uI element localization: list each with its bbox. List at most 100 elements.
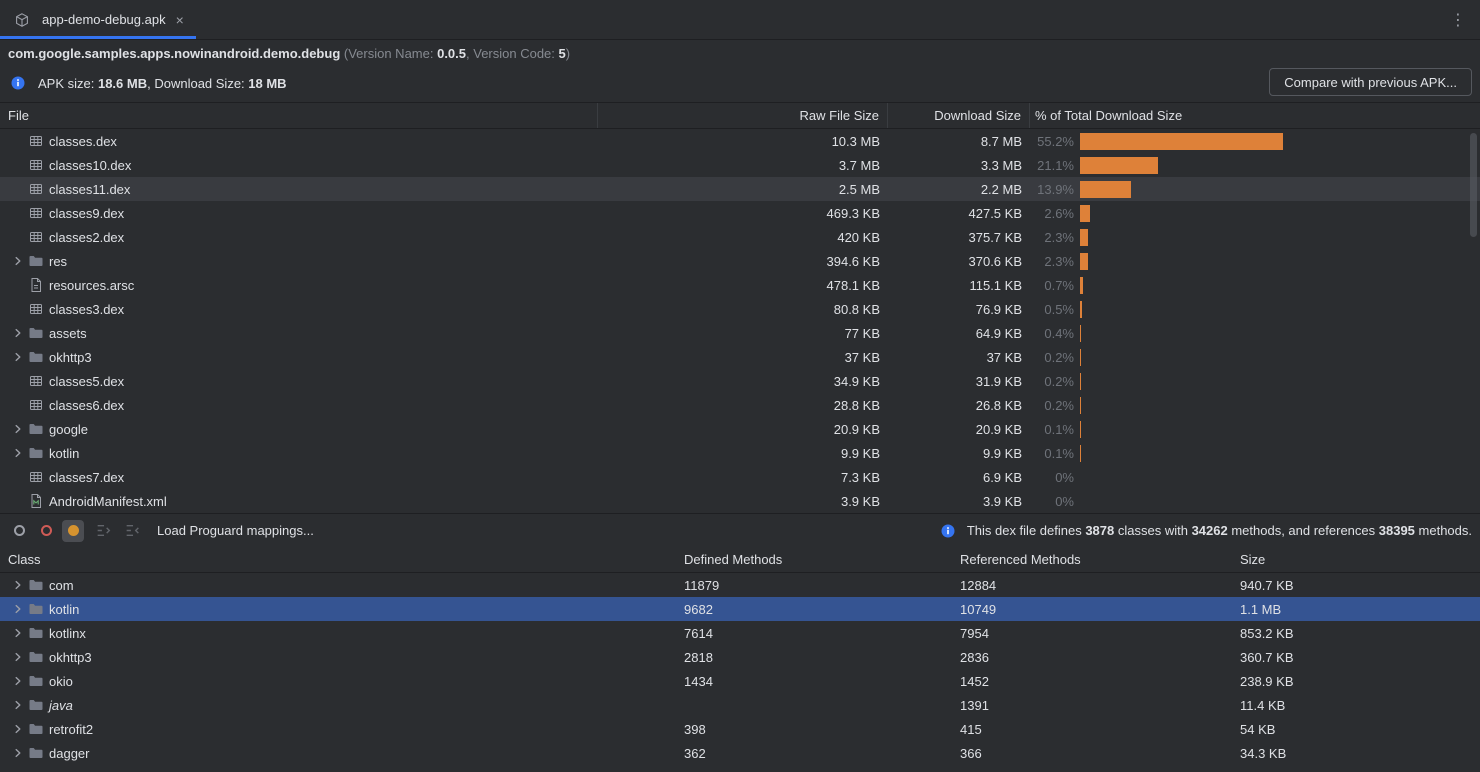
class-table-row[interactable]: kotlin 9682 10749 1.1 MB: [0, 597, 1480, 621]
file-table-row[interactable]: classes11.dex 2.5 MB 2.2 MB 13.9%: [0, 177, 1480, 201]
class-table-row[interactable]: retrofit2 398 415 54 KB: [0, 717, 1480, 741]
chevron-right-icon[interactable]: [10, 421, 26, 437]
defined-methods-value: 11879: [684, 578, 960, 593]
chevron-right-icon[interactable]: [10, 253, 26, 269]
column-header-raw-file-size[interactable]: Raw File Size: [598, 103, 888, 128]
referenced-methods-value: 1452: [960, 674, 1240, 689]
collapse-all-icon[interactable]: [122, 521, 142, 541]
defined-methods-value: 7614: [684, 626, 960, 641]
percent-bar-track: [1080, 157, 1448, 174]
column-header-class[interactable]: Class: [0, 552, 684, 567]
column-header-defined-methods[interactable]: Defined Methods: [684, 552, 960, 567]
dex-icon: [28, 181, 44, 197]
expand-all-icon[interactable]: [93, 521, 113, 541]
percent-bar-track: [1080, 277, 1448, 294]
download-size-value: 64.9 KB: [888, 326, 1030, 341]
class-table-row[interactable]: kotlinx 7614 7954 853.2 KB: [0, 621, 1480, 645]
class-table-row[interactable]: okhttp3 2818 2836 360.7 KB: [0, 645, 1480, 669]
methods-icon: [41, 525, 52, 536]
percent-bar-track: [1080, 181, 1448, 198]
class-table-row[interactable]: okio 1434 1452 238.9 KB: [0, 669, 1480, 693]
chevron-right-icon[interactable]: [10, 721, 26, 737]
apk-size-label: APK size:: [38, 76, 98, 91]
class-table-row[interactable]: com 11879 12884 940.7 KB: [0, 573, 1480, 597]
folder-icon: [28, 697, 44, 713]
defined-methods-value: 362: [684, 746, 960, 761]
show-fields-toggle[interactable]: [8, 520, 30, 542]
chevron-right-icon[interactable]: [10, 673, 26, 689]
chevron-right-icon[interactable]: [10, 625, 26, 641]
size-summary: APK size: 18.6 MB, Download Size: 18 MB …: [0, 64, 1480, 102]
manifest-icon: [28, 493, 44, 509]
dex-viewer-toolbar: Load Proguard mappings... This dex file …: [0, 513, 1480, 547]
class-table-row[interactable]: dagger 362 366 34.3 KB: [0, 741, 1480, 765]
size-value: 940.7 KB: [1240, 578, 1480, 593]
raw-file-size-value: 3.9 KB: [598, 494, 888, 509]
percent-bar-track: [1080, 397, 1448, 414]
class-name: okhttp3: [49, 650, 92, 665]
file-table-row[interactable]: resources.arsc 478.1 KB 115.1 KB 0.7%: [0, 273, 1480, 297]
compare-with-previous-apk-button[interactable]: Compare with previous APK...: [1269, 68, 1472, 96]
referenced-methods-value: 10749: [960, 602, 1240, 617]
file-name: classes9.dex: [49, 206, 124, 221]
file-table-row[interactable]: classes2.dex 420 KB 375.7 KB 2.3%: [0, 225, 1480, 249]
dex-info-part3: methods, and references: [1228, 523, 1379, 538]
chevron-right-icon[interactable]: [10, 445, 26, 461]
file-table-row[interactable]: classes6.dex 28.8 KB 26.8 KB 0.2%: [0, 393, 1480, 417]
chevron-right-icon[interactable]: [10, 649, 26, 665]
show-all-classes-toggle[interactable]: [62, 520, 84, 542]
chevron-right-icon[interactable]: [10, 697, 26, 713]
tab-apk[interactable]: app-demo-debug.apk ×: [0, 0, 196, 39]
dex-info-part2: classes with: [1114, 523, 1191, 538]
download-size-value: 3.3 MB: [888, 158, 1030, 173]
class-table-row[interactable]: java 1391 11.4 KB: [0, 693, 1480, 717]
percent-bar-track: [1080, 445, 1448, 462]
dex-icon: [28, 373, 44, 389]
load-proguard-mappings-link[interactable]: Load Proguard mappings...: [157, 523, 314, 538]
chevron-right-icon[interactable]: [10, 577, 26, 593]
column-header-referenced-methods[interactable]: Referenced Methods: [960, 552, 1240, 567]
close-icon[interactable]: ×: [176, 13, 184, 27]
file-table-row[interactable]: okhttp3 37 KB 37 KB 0.2%: [0, 345, 1480, 369]
download-percent-value: 0.2%: [1030, 350, 1074, 365]
file-table-row[interactable]: classes3.dex 80.8 KB 76.9 KB 0.5%: [0, 297, 1480, 321]
file-table-row[interactable]: assets 77 KB 64.9 KB 0.4%: [0, 321, 1480, 345]
chevron-right-icon[interactable]: [10, 745, 26, 761]
file-table-row[interactable]: classes.dex 10.3 MB 8.7 MB 55.2%: [0, 129, 1480, 153]
version-code-value: 5: [559, 46, 566, 61]
file-table-row[interactable]: classes5.dex 34.9 KB 31.9 KB 0.2%: [0, 369, 1480, 393]
chevron-right-icon[interactable]: [10, 601, 26, 617]
show-methods-toggle[interactable]: [35, 520, 57, 542]
raw-file-size-value: 9.9 KB: [598, 446, 888, 461]
file-table-row[interactable]: classes10.dex 3.7 MB 3.3 MB 21.1%: [0, 153, 1480, 177]
file-table-row[interactable]: res 394.6 KB 370.6 KB 2.3%: [0, 249, 1480, 273]
package-name: com.google.samples.apps.nowinandroid.dem…: [8, 46, 340, 61]
file-table-header: File Raw File Size Download Size % of To…: [0, 102, 1480, 129]
download-percent-value: 0.4%: [1030, 326, 1074, 341]
column-header-size[interactable]: Size: [1240, 552, 1480, 567]
file-table-row[interactable]: kotlin 9.9 KB 9.9 KB 0.1%: [0, 441, 1480, 465]
chevron-right-icon[interactable]: [10, 325, 26, 341]
file-table-row[interactable]: google 20.9 KB 20.9 KB 0.1%: [0, 417, 1480, 441]
column-header-file[interactable]: File: [0, 103, 598, 128]
chevron-right-icon[interactable]: [10, 349, 26, 365]
more-options-icon[interactable]: ⋮: [1450, 10, 1466, 30]
dex-classes-count: 3878: [1085, 523, 1114, 538]
info-icon: [940, 523, 956, 539]
file-name: classes3.dex: [49, 302, 124, 317]
folder-icon: [28, 445, 44, 461]
download-percent-value: 0%: [1030, 470, 1074, 485]
file-name: classes7.dex: [49, 470, 124, 485]
percent-bar: [1080, 277, 1083, 294]
referenced-methods-value: 1391: [960, 698, 1240, 713]
file-name: google: [49, 422, 88, 437]
folder-icon: [28, 253, 44, 269]
file-table-row[interactable]: AndroidManifest.xml 3.9 KB 3.9 KB 0%: [0, 489, 1480, 513]
file-table-row[interactable]: classes9.dex 469.3 KB 427.5 KB 2.6%: [0, 201, 1480, 225]
vertical-scrollbar[interactable]: [1470, 133, 1477, 237]
file-table-row[interactable]: classes7.dex 7.3 KB 6.9 KB 0%: [0, 465, 1480, 489]
column-header-download-size[interactable]: Download Size: [888, 103, 1030, 128]
class-table-header: Class Defined Methods Referenced Methods…: [0, 547, 1480, 573]
column-header-percent-of-total[interactable]: % of Total Download Size: [1030, 103, 1480, 128]
download-size-value: 9.9 KB: [888, 446, 1030, 461]
